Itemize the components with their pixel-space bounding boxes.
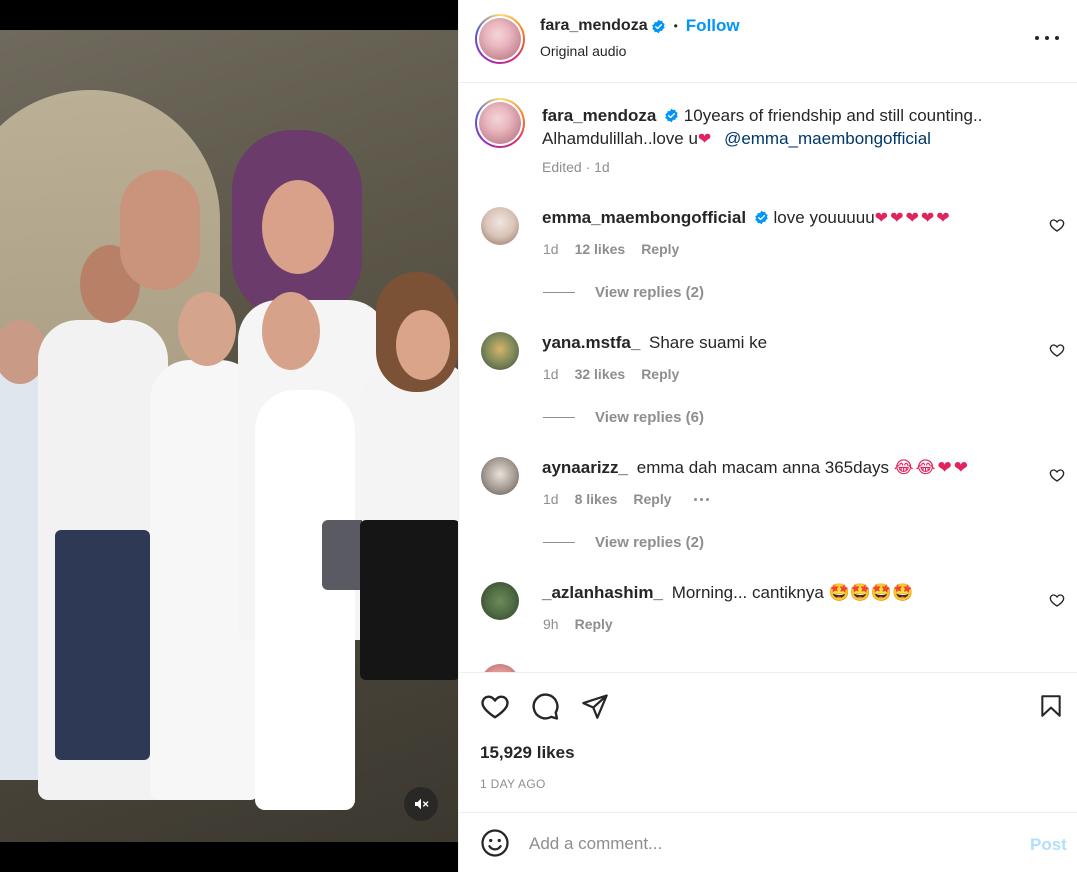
comment-input[interactable] bbox=[529, 831, 1009, 857]
comment-like-heart-icon[interactable] bbox=[1049, 467, 1065, 483]
comment-like-heart-icon[interactable] bbox=[1049, 592, 1065, 608]
photo-figure bbox=[55, 530, 150, 760]
caption-meta: Edited · 1d bbox=[542, 159, 610, 175]
comment-meta: 1d 32 likes Reply bbox=[543, 366, 680, 382]
speaker-muted-icon bbox=[415, 798, 429, 810]
comment-likes[interactable]: 8 likes bbox=[575, 491, 618, 507]
photo-figure bbox=[262, 180, 334, 274]
post-media[interactable] bbox=[0, 0, 458, 872]
photo-figure bbox=[178, 292, 236, 366]
post-photo[interactable] bbox=[0, 30, 458, 842]
paper-plane-icon bbox=[582, 694, 608, 719]
comment-text: _azlanhashim_ Morning... cantiknya 🤩🤩🤩🤩 bbox=[542, 583, 914, 602]
reply-button[interactable]: Reply bbox=[641, 366, 679, 382]
follow-button[interactable]: Follow bbox=[686, 16, 740, 36]
heart-emojis: ❤❤❤❤❤ bbox=[874, 210, 952, 227]
comment-like-heart-icon[interactable] bbox=[1049, 342, 1065, 358]
photo-figure bbox=[396, 310, 450, 380]
reply-button[interactable]: Reply bbox=[575, 616, 613, 632]
view-replies-button[interactable]: View replies (6) bbox=[543, 409, 704, 426]
post-timestamp[interactable]: 1 DAY AGO bbox=[480, 777, 546, 791]
comment-bubble-icon bbox=[532, 693, 559, 720]
mute-button[interactable] bbox=[404, 787, 438, 821]
smiley-icon bbox=[481, 829, 509, 857]
comment-avatar[interactable] bbox=[481, 664, 519, 672]
view-replies-button[interactable]: View replies (2) bbox=[543, 284, 704, 301]
heart-emoji: ❤ bbox=[697, 131, 714, 148]
verified-badge-icon bbox=[755, 210, 768, 225]
caption-username[interactable]: fara_mendoza bbox=[542, 106, 656, 125]
comment-emojis: 🤩🤩🤩🤩 bbox=[828, 583, 914, 602]
heart-icon bbox=[481, 695, 509, 719]
comment-emojis: 😂😂❤❤ bbox=[893, 458, 970, 477]
comment-avatar[interactable] bbox=[481, 582, 519, 620]
photo-figure bbox=[120, 170, 200, 290]
post-panel: fara_mendoza • Follow Original audio far… bbox=[458, 0, 1077, 872]
caption-avatar[interactable] bbox=[475, 98, 525, 148]
comment-username[interactable]: emma_maembongofficial bbox=[542, 208, 746, 227]
audio-label[interactable]: Original audio bbox=[540, 43, 626, 59]
caption-text: 10years of friendship and still counting… bbox=[683, 106, 983, 125]
comment-like-heart-icon[interactable] bbox=[1049, 217, 1065, 233]
photo-figure bbox=[360, 520, 458, 680]
verified-badge-icon bbox=[651, 19, 665, 33]
photo-figure bbox=[255, 390, 355, 810]
emoji-button[interactable] bbox=[479, 827, 511, 859]
comments-list[interactable]: fara_mendoza 10years of friendship and s… bbox=[459, 84, 1077, 672]
action-bar: 15,929 likes 1 DAY AGO bbox=[459, 672, 1077, 812]
more-options-icon[interactable] bbox=[1035, 28, 1059, 48]
comment-meta: 9h Reply bbox=[543, 616, 613, 632]
save-button[interactable] bbox=[1035, 690, 1067, 722]
comment-avatar[interactable] bbox=[481, 207, 519, 245]
comment-username[interactable]: aynaarizz_ bbox=[542, 458, 628, 477]
comment-button[interactable] bbox=[529, 690, 561, 722]
caption-text-2: Alhamdulillah..love u bbox=[542, 129, 698, 148]
likes-count[interactable]: 15,929 likes bbox=[480, 743, 575, 763]
photo-figure bbox=[262, 292, 320, 370]
like-button[interactable] bbox=[479, 690, 511, 722]
reply-button[interactable]: Reply bbox=[633, 491, 671, 507]
post-comment-button[interactable]: Post bbox=[1030, 835, 1067, 855]
reply-button[interactable]: Reply bbox=[641, 241, 679, 257]
caption-mention[interactable]: @emma_maembongofficial bbox=[724, 129, 931, 148]
comment-text: yana.mstfa_ Share suami ke bbox=[542, 333, 768, 352]
share-button[interactable] bbox=[579, 690, 611, 722]
comment-avatar[interactable] bbox=[481, 457, 519, 495]
view-replies-button[interactable]: View replies (2) bbox=[543, 534, 704, 551]
author-avatar[interactable] bbox=[475, 14, 525, 64]
comment-likes[interactable]: 12 likes bbox=[575, 241, 626, 257]
comment-text: aynaarizz_ emma dah macam anna 365days 😂… bbox=[542, 458, 970, 477]
verified-badge-icon bbox=[665, 108, 678, 123]
bookmark-icon bbox=[1041, 695, 1061, 717]
separator-dot: • bbox=[673, 19, 678, 33]
comment-avatar[interactable] bbox=[481, 332, 519, 370]
caption: fara_mendoza 10years of friendship and s… bbox=[542, 104, 1042, 151]
comment-meta: 1d 8 likes Reply bbox=[543, 491, 709, 507]
author-username[interactable]: fara_mendoza bbox=[540, 17, 648, 35]
comment-more-icon[interactable] bbox=[693, 497, 709, 501]
comment-username[interactable]: _azlanhashim_ bbox=[542, 583, 663, 602]
comment-text: emma_maembongofficial love youuuuu❤❤❤❤❤ bbox=[542, 208, 952, 227]
comment-meta: 1d 12 likes Reply bbox=[543, 241, 680, 257]
post-header: fara_mendoza • Follow Original audio bbox=[459, 0, 1077, 83]
comment-likes[interactable]: 32 likes bbox=[575, 366, 626, 382]
comment-composer: Post bbox=[459, 812, 1077, 872]
comment-username[interactable]: yana.mstfa_ bbox=[542, 333, 640, 352]
